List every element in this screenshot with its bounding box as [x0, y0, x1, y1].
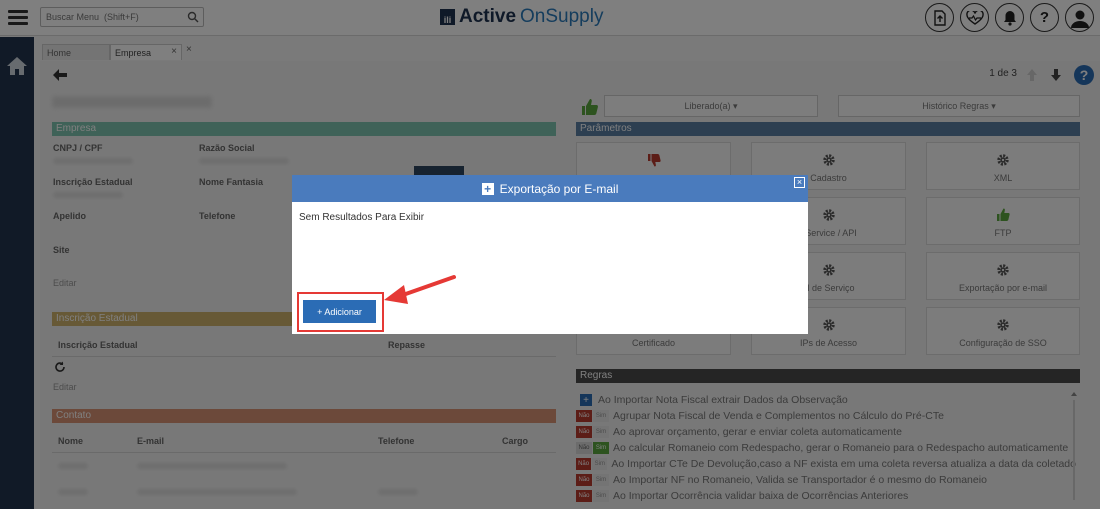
modal-header: + Exportação por E-mail [292, 175, 808, 202]
red-arrow-annotation [384, 275, 456, 304]
add-button[interactable]: + Adicionar [303, 300, 376, 323]
export-email-modal: + Exportação por E-mail × Sem Resultados… [292, 175, 808, 334]
plus-square-icon: + [481, 182, 494, 195]
modal-title: Exportação por E-mail [499, 181, 619, 196]
empty-results-message: Sem Resultados Para Exibir [299, 212, 425, 223]
close-icon[interactable]: × [794, 177, 805, 188]
